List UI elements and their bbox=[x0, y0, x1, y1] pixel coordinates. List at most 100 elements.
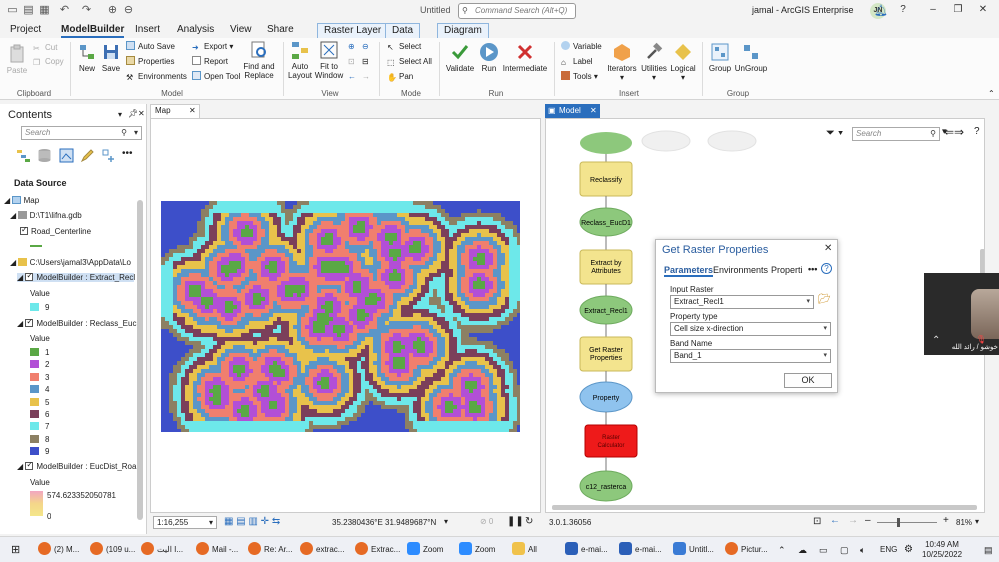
visibility-checkbox[interactable] bbox=[20, 225, 28, 235]
node-get-raster-properties[interactable] bbox=[579, 336, 633, 372]
new-project-icon[interactable]: ▭ bbox=[6, 4, 19, 17]
iterators-button[interactable]: Iterators ▾ bbox=[605, 42, 639, 82]
collapse-icon[interactable]: ◢ bbox=[4, 196, 10, 205]
collapse-icon[interactable]: ◢ bbox=[10, 258, 16, 267]
band-name-select[interactable]: Band_1 ▾ bbox=[670, 349, 831, 363]
map-tools-icons[interactable]: ▦ ▤ ▥ ✛ ⇆ bbox=[224, 516, 280, 527]
language-indicator[interactable]: ENG bbox=[880, 542, 897, 558]
contents-scrollbar[interactable] bbox=[137, 200, 143, 520]
collapse-icon[interactable]: ◢ bbox=[17, 273, 23, 282]
tab-project[interactable]: Project bbox=[10, 23, 41, 38]
paste-button[interactable]: Paste bbox=[5, 44, 29, 75]
close-icon[interactable]: ✕ bbox=[976, 3, 990, 17]
validate-button[interactable]: Validate bbox=[444, 42, 476, 73]
fit-to-window-button[interactable]: Fit to Window bbox=[314, 40, 344, 80]
node-raster-calculator[interactable] bbox=[584, 424, 638, 458]
open-project-icon[interactable]: ▤ bbox=[22, 4, 35, 17]
next-extent-icon[interactable]: → bbox=[362, 71, 370, 83]
input-raster-select[interactable]: Extract_Recl1 ▾ bbox=[670, 295, 814, 309]
layer-reclass-euc[interactable]: ◢ ModelBuilder : Reclass_Euc bbox=[17, 317, 136, 328]
list-by-data-source-icon[interactable] bbox=[37, 148, 52, 163]
group-button[interactable]: Group bbox=[707, 42, 733, 73]
close-tab-icon[interactable]: ✕ bbox=[590, 104, 597, 118]
select-all-button[interactable]: ⬚ Select All bbox=[387, 56, 432, 68]
clock[interactable]: 10:49 AM 10/25/2022 bbox=[922, 540, 962, 560]
zoom-out-icon[interactable]: – bbox=[865, 515, 871, 526]
close-icon[interactable]: ✕ bbox=[824, 243, 832, 254]
contents-search-input[interactable]: Search ⚲ ▾ bbox=[21, 126, 142, 140]
browse-folder-icon[interactable]: 📂︎ bbox=[818, 294, 831, 305]
raster-map[interactable] bbox=[161, 201, 520, 432]
notification-center-icon[interactable]: ▤ bbox=[984, 542, 993, 558]
zoom-slider[interactable] bbox=[877, 522, 937, 523]
tree-item-appdata[interactable]: ◢ C:\Users\jamal3\AppData\Lo bbox=[10, 258, 131, 267]
zoom-out-icon[interactable]: ⊖ bbox=[122, 4, 135, 17]
save-project-icon[interactable]: ▦ bbox=[38, 4, 51, 17]
pause-icon[interactable]: ❚❚ bbox=[507, 516, 524, 527]
collapse-ribbon-icon[interactable]: ⌃ bbox=[988, 88, 995, 100]
visibility-checkbox[interactable] bbox=[25, 271, 34, 281]
tools-button[interactable]: Tools ▾ bbox=[561, 71, 598, 83]
property-type-select[interactable]: Cell size x-direction ▾ bbox=[670, 322, 831, 336]
restore-icon[interactable]: ❐ bbox=[951, 3, 965, 17]
tab-insert[interactable]: Insert bbox=[135, 23, 160, 38]
close-tab-icon[interactable]: ✕ bbox=[189, 105, 196, 117]
node-top-output[interactable] bbox=[580, 132, 632, 154]
select-button[interactable]: ↖ Select bbox=[387, 41, 421, 53]
tab-raster-layer[interactable]: Raster Layer bbox=[317, 23, 389, 38]
pan-button[interactable]: ✋ Pan bbox=[387, 71, 413, 83]
tray-chevron-icon[interactable]: ⌃ bbox=[778, 542, 786, 558]
lock-icon[interactable]: ⊡ bbox=[348, 56, 355, 68]
taskbar-item[interactable]: All bbox=[512, 542, 537, 558]
layer-extract-recl[interactable]: ◢ ModelBuilder : Extract_Recl bbox=[17, 271, 135, 282]
start-icon[interactable]: ⊞ bbox=[11, 542, 20, 558]
tab-properties[interactable]: Properti bbox=[771, 265, 803, 275]
filter-icon[interactable]: ⏷ ▾ bbox=[826, 127, 843, 140]
zoom-in-button[interactable]: ⊕ bbox=[348, 41, 355, 53]
tab-environments[interactable]: Environments bbox=[713, 265, 768, 275]
layer-eucdist-roa[interactable]: ◢ ModelBuilder : EucDist_Roa bbox=[17, 460, 136, 471]
export-button[interactable]: ➜ Export ▾ bbox=[192, 41, 233, 53]
model-search-input[interactable]: Search ⚲ bbox=[852, 127, 940, 141]
minimize-icon[interactable]: – bbox=[926, 3, 940, 17]
bell-icon[interactable]: 🔔︎ bbox=[874, 4, 888, 18]
tab-diagram[interactable]: Diagram bbox=[437, 23, 489, 38]
video-call-thumbnail[interactable]: ⌃ 🎙︎ خوشو / رائد الله bbox=[924, 273, 999, 355]
tab-parameters[interactable]: Parameters bbox=[664, 265, 714, 277]
tab-map[interactable]: Map ✕ bbox=[150, 104, 200, 118]
taskbar-item[interactable]: (109 u... bbox=[90, 542, 135, 558]
coordinate-dropdown-icon[interactable]: ▾ bbox=[444, 517, 448, 526]
help-icon[interactable]: ? bbox=[896, 3, 910, 17]
save-model-button[interactable]: Save bbox=[101, 42, 121, 73]
intermediate-button[interactable]: Intermediate bbox=[501, 42, 549, 73]
collapse-icon[interactable]: ◢ bbox=[17, 319, 23, 328]
taskbar-item[interactable]: Untitl... bbox=[673, 542, 714, 558]
pane-menu-icon[interactable]: ▾ bbox=[118, 110, 122, 119]
taskbar-item[interactable]: Zoom bbox=[459, 542, 495, 558]
close-pane-icon[interactable]: ✕ bbox=[138, 109, 145, 118]
find-replace-button[interactable]: Find and Replace bbox=[243, 40, 275, 80]
taskbar-item[interactable]: Extrac... bbox=[355, 542, 400, 558]
navigate-arrows-icon[interactable]: ⇐⇒ bbox=[944, 125, 964, 139]
variable-button[interactable]: Variable bbox=[561, 41, 602, 53]
tab-data[interactable]: Data bbox=[385, 23, 421, 38]
label-button[interactable]: ⌂ Label bbox=[561, 56, 593, 68]
taskbar-item[interactable]: e-mai... bbox=[565, 542, 608, 558]
tab-analysis[interactable]: Analysis bbox=[177, 23, 214, 38]
scale-selector[interactable]: 1:16,255 ▾ bbox=[153, 516, 217, 529]
taskbar-item[interactable]: اليت I... bbox=[141, 542, 183, 558]
node-extract-by-attributes[interactable] bbox=[579, 249, 633, 285]
logical-button[interactable]: Logical ▾ bbox=[669, 42, 697, 82]
command-search-input[interactable]: ⚲ Command Search (Alt+Q) bbox=[458, 3, 576, 19]
ungroup-button[interactable]: UnGroup bbox=[734, 42, 768, 73]
map-view[interactable] bbox=[150, 118, 541, 513]
more-tabs-icon[interactable]: ••• bbox=[808, 264, 817, 274]
lock-open-icon[interactable]: ⊟ bbox=[362, 56, 369, 68]
list-by-editing-icon[interactable] bbox=[80, 148, 95, 163]
list-by-snapping-icon[interactable] bbox=[101, 148, 116, 163]
display-icon[interactable]: ▢ bbox=[840, 542, 849, 558]
pin-icon[interactable]: 📌︎ bbox=[128, 109, 138, 118]
open-tool-button[interactable]: Open Tool bbox=[192, 71, 240, 83]
zoom-out-button[interactable]: ⊖ bbox=[362, 41, 369, 53]
cut-button[interactable]: ✂ Cut bbox=[33, 42, 57, 54]
